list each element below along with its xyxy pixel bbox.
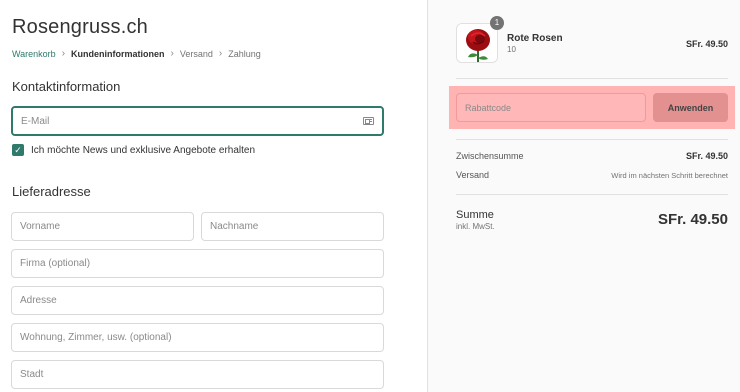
chevron-right-icon: ›	[61, 48, 66, 59]
total-label: Summe	[456, 209, 494, 221]
city-field[interactable]	[11, 360, 384, 389]
divider	[456, 139, 728, 140]
chevron-right-icon: ›	[170, 48, 174, 59]
card-icon	[363, 117, 374, 125]
product-name: Rote Rosen	[507, 33, 563, 44]
email-field[interactable]	[11, 106, 384, 136]
city-input[interactable]	[12, 361, 383, 388]
apply-discount-button[interactable]: Anwenden	[653, 93, 728, 122]
address-input[interactable]	[12, 287, 383, 314]
store-title[interactable]: Rosengruss.ch	[12, 16, 148, 39]
total-value: SFr. 49.50	[657, 211, 728, 228]
apartment-field[interactable]	[11, 323, 384, 352]
subtotal-label: Zwischensumme	[456, 151, 524, 161]
company-field[interactable]	[11, 249, 384, 278]
total-tax-note: inkl. MwSt.	[456, 222, 495, 231]
divider	[456, 78, 728, 79]
quantity-badge: 1	[490, 16, 504, 30]
company-input[interactable]	[12, 250, 383, 277]
discount-code-field[interactable]	[456, 93, 646, 122]
divider	[456, 194, 728, 195]
subtotal-value: SFr. 49.50	[685, 151, 728, 161]
rose-image	[457, 24, 497, 62]
breadcrumb-shipping: Versand	[179, 48, 213, 59]
first-name-field[interactable]	[11, 212, 194, 241]
shipping-label: Versand	[456, 170, 490, 180]
address-field[interactable]	[11, 286, 384, 315]
breadcrumb-cart[interactable]: Warenkorb	[12, 49, 56, 59]
chevron-right-icon: ›	[218, 48, 223, 59]
check-icon[interactable]: ✓	[12, 144, 24, 156]
product-price: SFr. 49.50	[685, 39, 728, 49]
breadcrumb-payment: Zahlung	[228, 48, 261, 59]
apartment-input[interactable]	[12, 324, 383, 351]
last-name-input[interactable]	[202, 213, 383, 240]
contact-section-title: Kontaktinformation	[12, 79, 121, 94]
shipping-section-title: Lieferadresse	[12, 184, 91, 199]
shipping-value: Wird im nächsten Schritt berechnet	[611, 171, 728, 180]
first-name-input[interactable]	[12, 213, 193, 240]
newsletter-label: Ich möchte News und exklusive Angebote e…	[31, 144, 256, 156]
breadcrumb: Warenkorb › Kundeninformationen › Versan…	[12, 48, 261, 59]
email-input[interactable]	[13, 108, 382, 134]
last-name-field[interactable]	[201, 212, 384, 241]
newsletter-row[interactable]: ✓ Ich möchte News und exklusive Angebote…	[12, 144, 255, 156]
product-variant: 10	[507, 45, 516, 54]
breadcrumb-customer-info: Kundeninformationen	[71, 48, 165, 59]
product-image	[456, 23, 498, 63]
discount-code-input[interactable]	[457, 94, 645, 121]
